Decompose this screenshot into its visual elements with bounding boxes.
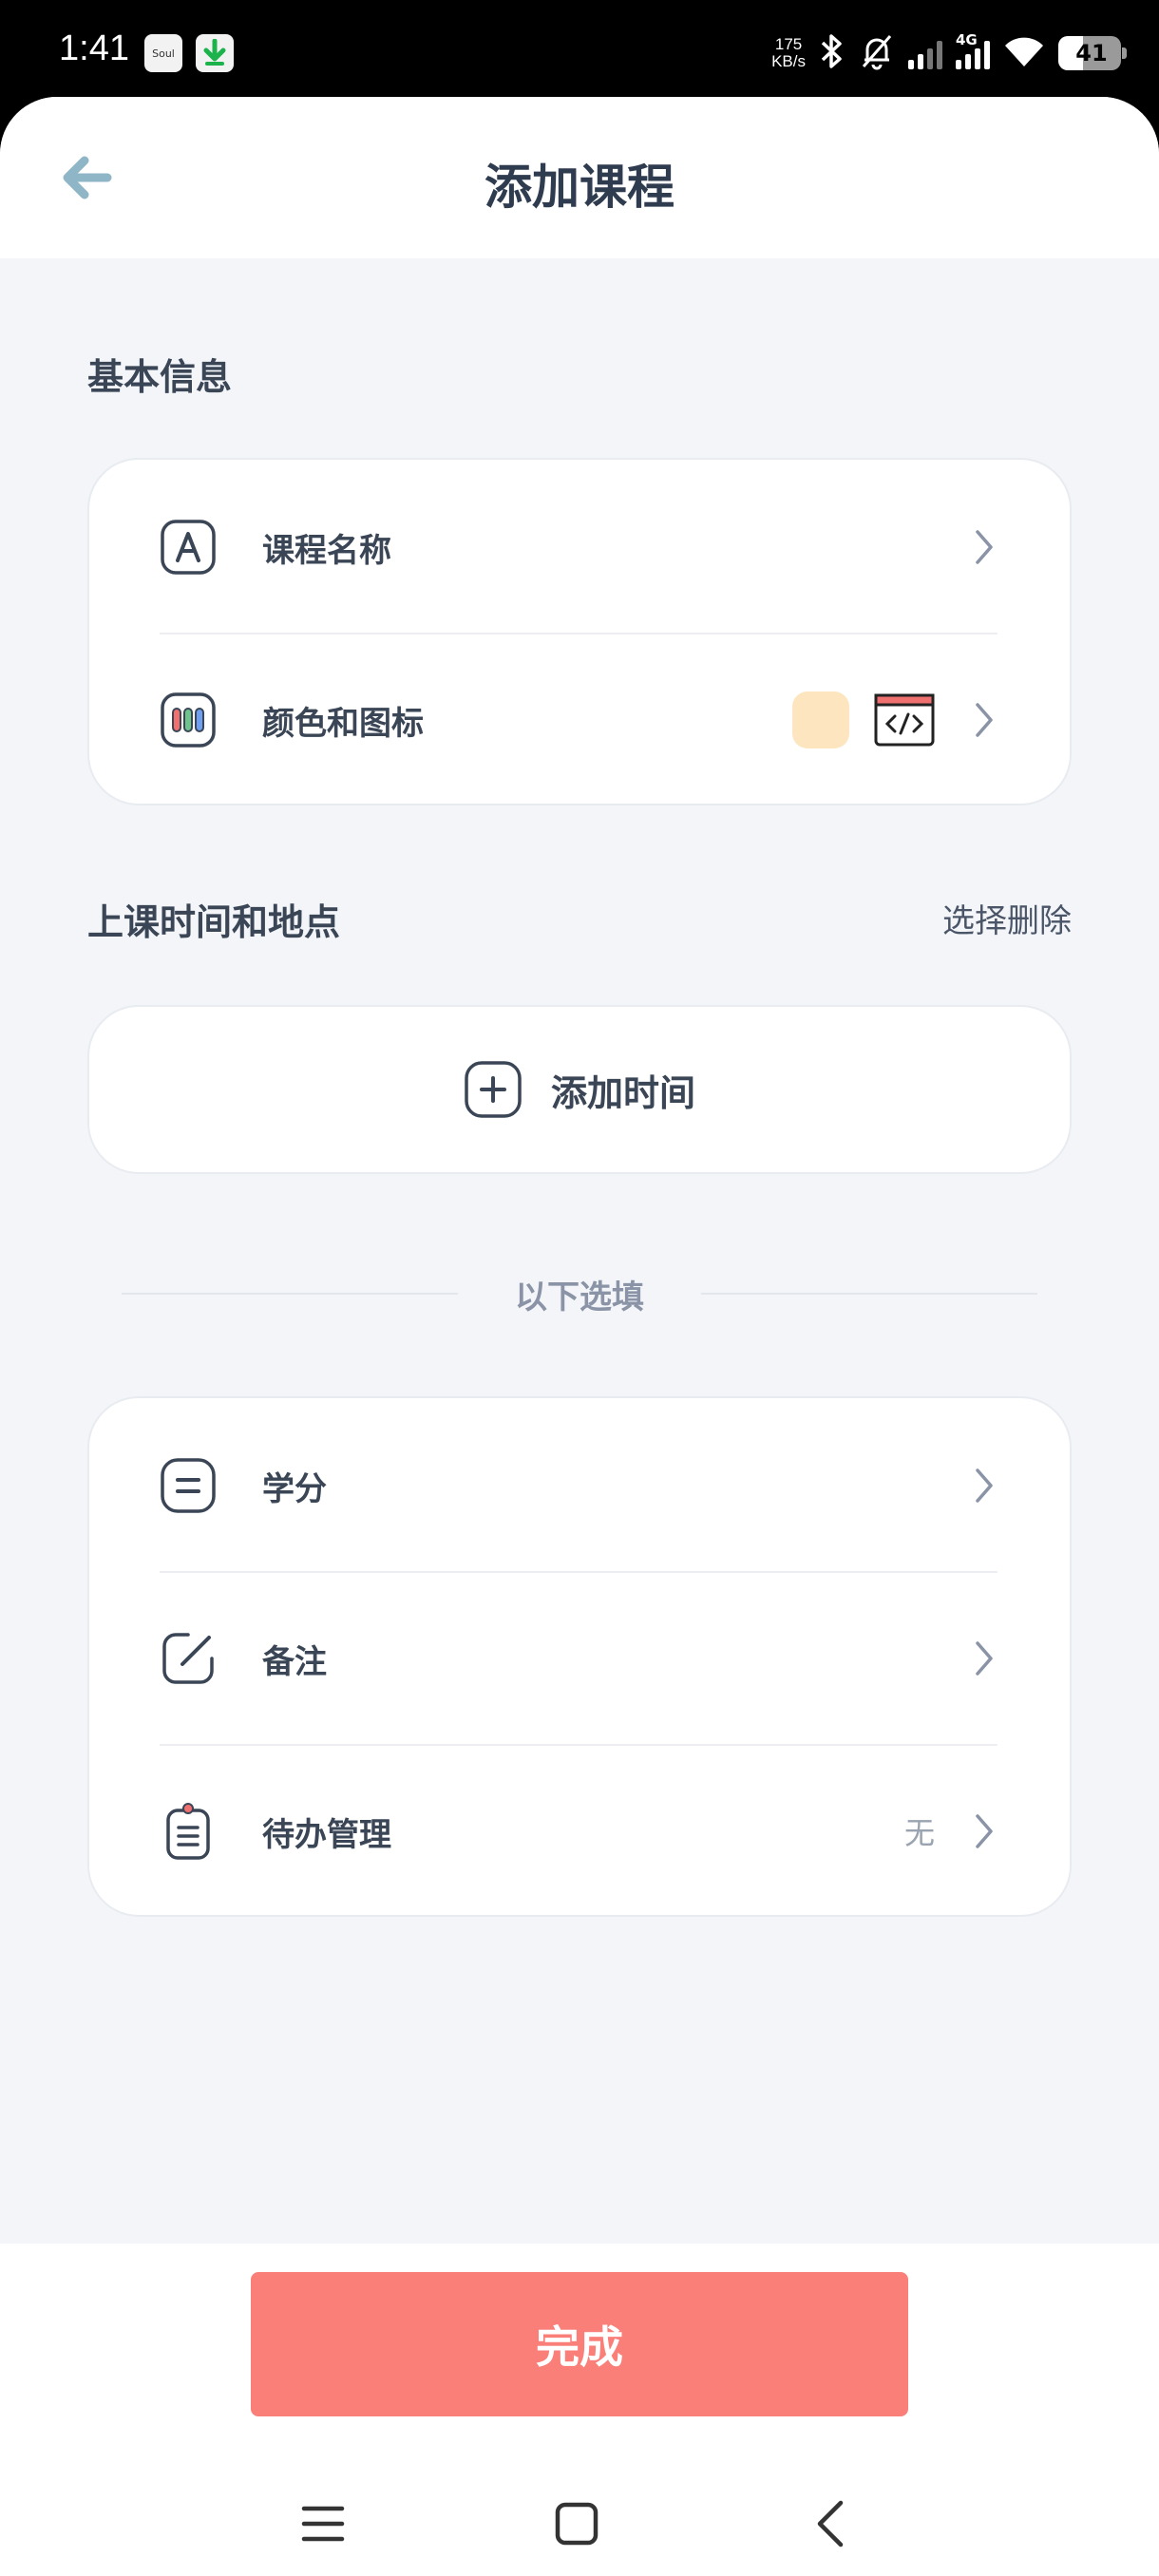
net-speed-value: 175 (774, 35, 803, 53)
menu-nav-button[interactable] (290, 2491, 356, 2557)
add-time-button[interactable]: 添加时间 (87, 1005, 1072, 1174)
status-time: 1:41 (59, 28, 129, 68)
optional-label: 以下选填 (515, 1278, 644, 1316)
optional-divider: 以下选填 (122, 1265, 1037, 1322)
battery-icon: 41 (1058, 36, 1127, 70)
signal-1-icon (908, 37, 942, 69)
net-speed: 175 KB/s (771, 36, 806, 70)
home-nav-button[interactable] (543, 2491, 610, 2557)
palette-icon (160, 691, 217, 748)
system-nav-bar (0, 2472, 1159, 2567)
chevron-right-icon (973, 528, 996, 566)
done-button[interactable]: 完成 (251, 2272, 908, 2416)
time-location-label: 上课时间和地点 (87, 901, 341, 943)
footer: 完成 (0, 2244, 1159, 2576)
course-name-row[interactable]: 课程名称 (89, 462, 1070, 633)
page-title: 添加课程 (484, 160, 674, 215)
edit-icon (160, 1630, 217, 1687)
basic-info-card: 课程名称 颜色和图标 (87, 458, 1072, 805)
color-icon-row[interactable]: 颜色和图标 (89, 635, 1070, 805)
menu-icon (301, 2506, 345, 2542)
signal-2-icon: 4G (956, 31, 990, 69)
credit-row[interactable]: 学分 (89, 1400, 1070, 1571)
clipboard-icon (160, 1803, 217, 1860)
app-sheet: 添加课程 基本信息 课程名称 颜色和图标 上课时间和地点 选择删除 添加时间 以… (0, 97, 1159, 2576)
home-square-icon (555, 2502, 598, 2546)
chevron-left-icon (817, 2500, 844, 2548)
chevron-right-icon (973, 1467, 996, 1505)
mute-bell-icon (859, 32, 895, 74)
basic-info-label: 基本信息 (87, 356, 233, 398)
bluetooth-icon (819, 32, 846, 74)
course-name-label: 课程名称 (262, 531, 391, 570)
note-row[interactable]: 备注 (89, 1573, 1070, 1744)
credit-label: 学分 (262, 1469, 327, 1508)
back-nav-button[interactable] (796, 2491, 863, 2557)
status-bar: 1:41 Soul 175 KB/s 4G 41 (0, 0, 1159, 104)
optional-card: 学分 备注 待办管理 无 (87, 1396, 1072, 1917)
color-swatch (792, 691, 849, 748)
wifi-icon (1003, 34, 1045, 72)
letter-a-icon (160, 519, 217, 576)
plus-square-icon (465, 1061, 522, 1118)
header: 添加课程 (0, 97, 1159, 258)
code-window-icon (874, 693, 935, 747)
net-speed-unit: KB/s (771, 52, 806, 70)
chevron-right-icon (973, 1639, 996, 1677)
equals-icon (160, 1457, 217, 1514)
color-icon-label: 颜色和图标 (262, 704, 424, 743)
chevron-right-icon (973, 1812, 996, 1850)
soul-app-icon: Soul (144, 34, 182, 72)
chevron-right-icon (973, 701, 996, 739)
todo-value: 无 (903, 1815, 935, 1851)
add-time-label: 添加时间 (550, 1071, 695, 1114)
todo-row[interactable]: 待办管理 无 (89, 1746, 1070, 1917)
battery-level: 41 (1075, 40, 1108, 66)
select-delete-button[interactable]: 选择删除 (942, 895, 1072, 941)
todo-label: 待办管理 (262, 1815, 391, 1854)
note-label: 备注 (262, 1642, 327, 1681)
network-type: 4G (956, 31, 978, 48)
download-icon (196, 34, 234, 72)
soul-app-label: Soul (152, 47, 175, 60)
